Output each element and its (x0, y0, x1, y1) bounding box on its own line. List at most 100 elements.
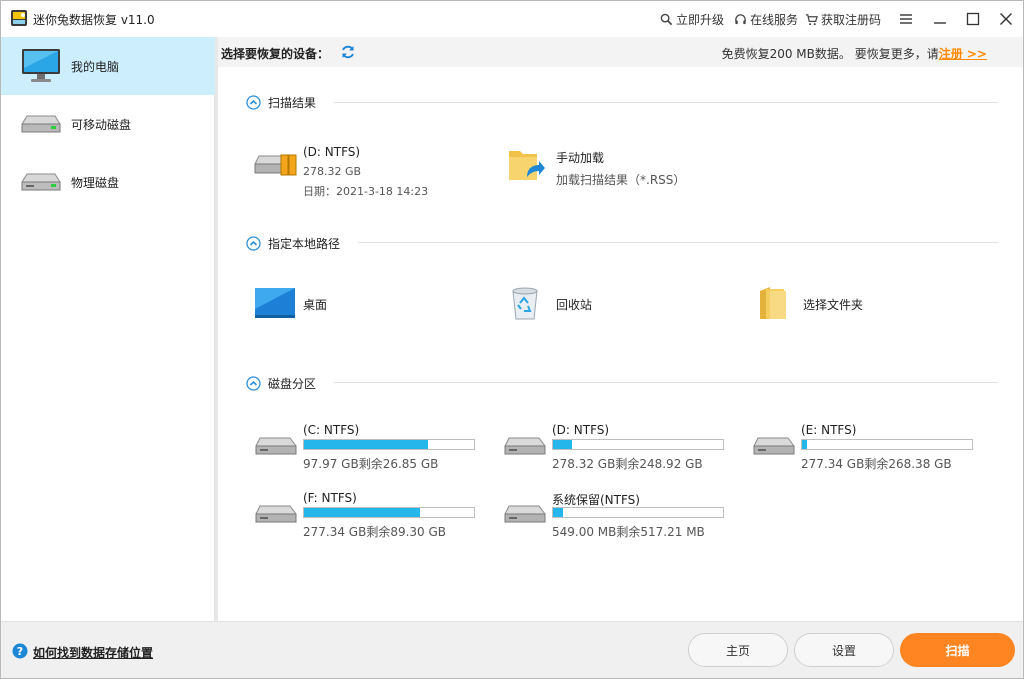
location-label: 选择文件夹 (803, 298, 864, 312)
app-window: 迷你兔数据恢复 v11.0 立即升级 在线服务 获取注册码 我的电脑 可移动磁盘… (0, 0, 1024, 679)
online-service-link[interactable]: 在线服务 (734, 11, 798, 28)
location-label: 桌面 (303, 298, 328, 312)
menu-button[interactable] (893, 7, 919, 31)
section-title: 扫描结果 (268, 96, 317, 110)
partition-name: 系统保留(NTFS) (552, 493, 640, 507)
online-service-label: 在线服务 (750, 13, 799, 27)
minimize-icon (934, 22, 946, 24)
drive-name: (D: NTFS) (303, 145, 361, 159)
drive-with-result-icon (254, 154, 297, 176)
recycle-bin-icon (512, 287, 538, 320)
hard-drive-icon (504, 505, 546, 523)
register-link[interactable]: 注册 >> (939, 47, 987, 61)
section-divider (334, 382, 998, 383)
section-title: 指定本地路径 (268, 237, 341, 251)
partition-usage-bar (303, 507, 475, 518)
close-icon (1000, 13, 1012, 25)
physical-disk-icon (21, 173, 61, 191)
manual-load-title: 手动加载 (556, 151, 605, 165)
partition-usage-fill (304, 440, 429, 449)
partition-usage-fill (304, 508, 420, 517)
drive-size: 278.32 GB (303, 165, 362, 178)
collapse-icon (246, 95, 261, 110)
partition-info: 97.97 GB剩余26.85 GB (303, 457, 439, 471)
hard-drive-icon (504, 437, 546, 455)
close-button[interactable] (993, 7, 1019, 31)
partition-usage-bar (303, 439, 475, 450)
desktop-icon (255, 288, 295, 318)
main-panel: 选择要恢复的设备： 免费恢复200 MB数据。 要恢复更多，请注册 >> 扫描结… (218, 37, 1023, 621)
partition-name: (E: NTFS) (801, 423, 857, 437)
partition-name: (C: NTFS) (303, 423, 360, 437)
partition-name: (D: NTFS) (552, 423, 610, 437)
partition-usage-bar (801, 439, 973, 450)
section-header-local-path[interactable]: 指定本地路径 (246, 235, 340, 252)
scan-date: 日期：2021-3-18 14:23 (303, 185, 429, 198)
section-header-scan-results[interactable]: 扫描结果 (246, 94, 316, 111)
scan-button[interactable]: 扫描 (900, 633, 1015, 667)
headset-icon (735, 14, 746, 25)
scan-result-d-drive[interactable]: (D: NTFS) 278.32 GB 日期：2021-3-18 14:23 (254, 141, 454, 198)
section-title: 磁盘分区 (268, 377, 317, 391)
partition-card[interactable]: (C: NTFS) 97.97 GB剩余26.85 GB (254, 421, 484, 477)
device-bar: 选择要恢复的设备： 免费恢复200 MB数据。 要恢复更多，请注册 >> (218, 37, 1023, 67)
partition-usage-bar (552, 507, 724, 518)
upgrade-link[interactable]: 立即升级 (660, 11, 724, 28)
sidebar: 我的电脑 可移动磁盘 物理磁盘 (1, 37, 215, 621)
app-title: 迷你兔数据恢复 v11.0 (33, 13, 155, 27)
app-logo-icon (11, 10, 27, 26)
location-select-folder[interactable]: 选择文件夹 (754, 285, 914, 321)
bottom-bar: ? 如何找到数据存储位置 主页 设置 扫描 (1, 621, 1023, 678)
section-divider (334, 102, 998, 103)
get-code-link[interactable]: 获取注册码 (805, 11, 881, 28)
svg-text:?: ? (17, 645, 23, 658)
location-recycle-bin[interactable]: 回收站 (507, 285, 647, 321)
partition-usage-fill (802, 440, 808, 449)
settings-button[interactable]: 设置 (794, 633, 894, 667)
promo-label: 免费恢复200 MB数据。 要恢复更多，请 (721, 47, 939, 61)
partition-info: 549.00 MB剩余517.21 MB (552, 525, 705, 539)
sidebar-item-removable-disk[interactable]: 可移动磁盘 (1, 95, 215, 153)
device-bar-title: 选择要恢复的设备： (221, 47, 330, 61)
upgrade-label: 立即升级 (676, 13, 725, 27)
hard-drive-icon (255, 437, 297, 455)
sidebar-item-my-computer[interactable]: 我的电脑 (1, 37, 215, 95)
search-icon (660, 13, 673, 26)
partition-card[interactable]: (D: NTFS) 278.32 GB剩余248.92 GB (503, 421, 733, 477)
partition-info: 277.34 GB剩余89.30 GB (303, 525, 447, 539)
hard-drive-icon (753, 437, 795, 455)
removable-drive-icon (21, 115, 61, 133)
partition-usage-fill (553, 508, 564, 517)
sidebar-item-label: 我的电脑 (71, 59, 120, 74)
manual-load-card[interactable]: 手动加载 加载扫描结果（*.RSS） (507, 141, 727, 197)
help-link[interactable]: 如何找到数据存储位置 (33, 644, 153, 661)
section-divider (358, 242, 998, 243)
partition-card[interactable]: (E: NTFS) 277.34 GB剩余268.38 GB (752, 421, 982, 477)
collapse-icon (246, 236, 261, 251)
hamburger-icon (900, 14, 912, 24)
monitor-icon (22, 49, 60, 82)
location-desktop[interactable]: 桌面 (254, 287, 394, 319)
sidebar-item-physical-disk[interactable]: 物理磁盘 (1, 153, 215, 211)
partition-usage-fill (553, 440, 572, 449)
promo-text: 免费恢复200 MB数据。 要恢复更多，请注册 >> (722, 45, 987, 62)
section-header-partitions[interactable]: 磁盘分区 (246, 375, 316, 392)
folder-icon (760, 287, 786, 319)
partition-usage-bar (552, 439, 724, 450)
help-icon: ? (12, 643, 28, 659)
minimize-button[interactable] (927, 7, 953, 31)
sidebar-item-label: 可移动磁盘 (71, 117, 132, 132)
home-button[interactable]: 主页 (688, 633, 788, 667)
maximize-icon (966, 12, 980, 26)
folder-load-icon (509, 151, 545, 180)
partition-name: (F: NTFS) (303, 491, 357, 505)
refresh-icon[interactable] (340, 44, 356, 60)
cart-icon (805, 14, 818, 26)
maximize-button[interactable] (960, 7, 986, 31)
title-bar: 迷你兔数据恢复 v11.0 立即升级 在线服务 获取注册码 (1, 1, 1023, 37)
partition-info: 278.32 GB剩余248.92 GB (552, 457, 703, 471)
partition-card[interactable]: 系统保留(NTFS) 549.00 MB剩余517.21 MB (503, 489, 733, 545)
partition-card[interactable]: (F: NTFS) 277.34 GB剩余89.30 GB (254, 489, 484, 545)
partition-info: 277.34 GB剩余268.38 GB (801, 457, 952, 471)
hard-drive-icon (255, 505, 297, 523)
